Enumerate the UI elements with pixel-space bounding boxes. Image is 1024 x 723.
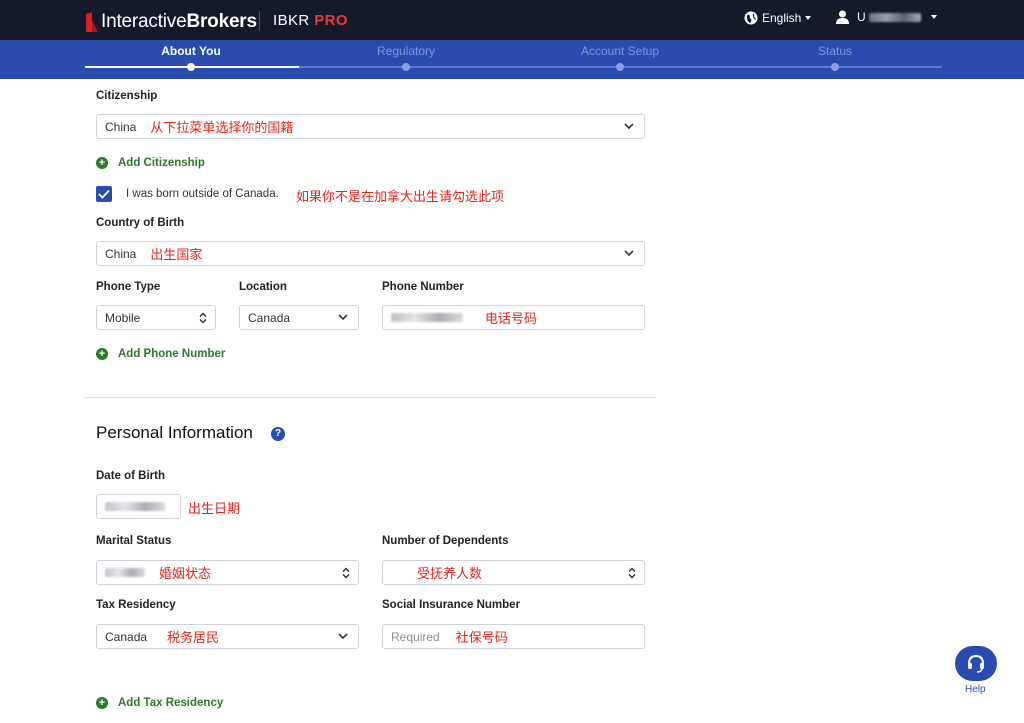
headset-icon: [968, 654, 984, 673]
phone-number-input[interactable]: 电话号码: [382, 305, 645, 330]
step-about-you[interactable]: About You: [161, 44, 221, 58]
help-button[interactable]: [955, 646, 997, 681]
sort-updown-icon: [628, 567, 636, 579]
tax-residency-value: Canada: [105, 629, 148, 644]
chevron-down-icon: [624, 250, 634, 257]
help-label: Help: [965, 684, 986, 695]
number-of-dependents-label: Number of Dependents: [382, 535, 509, 547]
marital-status-annotation: 婚姻状态: [159, 567, 212, 582]
step-dot-regulatory: [402, 63, 410, 71]
date-of-birth-input[interactable]: [96, 494, 181, 519]
globe-icon: [744, 11, 758, 25]
location-label: Location: [239, 281, 287, 293]
chevron-down-icon: [624, 123, 634, 130]
marital-status-redacted: [105, 568, 145, 577]
citizenship-label: Citizenship: [96, 90, 158, 102]
social-insurance-number-annotation: 社保号码: [455, 631, 508, 646]
location-value: Canada: [248, 310, 291, 325]
personal-information-title: Personal Information: [96, 423, 253, 442]
user-menu[interactable]: U: [836, 10, 937, 24]
phone-number-redacted: [391, 313, 463, 322]
tax-residency-select[interactable]: Canada 税务居民: [96, 624, 359, 649]
phone-number-label: Phone Number: [382, 281, 464, 293]
section-divider: [84, 397, 657, 398]
tax-residency-label: Tax Residency: [96, 599, 176, 611]
citizenship-select[interactable]: China 从下拉菜单选择你的国籍: [96, 114, 645, 139]
phone-number-annotation: 电话号码: [485, 312, 538, 327]
chevron-down-icon: [338, 314, 348, 321]
chevron-down-icon: [805, 16, 812, 20]
top-bar: InteractiveBrokers IBKR PRO English U: [0, 0, 1024, 40]
header-divider: [259, 11, 260, 31]
country-of-birth-value: China: [105, 246, 137, 261]
phone-type-select[interactable]: Mobile: [96, 305, 216, 330]
step-regulatory: Regulatory: [376, 44, 436, 58]
sort-updown-icon: [199, 312, 207, 324]
language-selector[interactable]: English: [744, 11, 812, 25]
marital-status-label: Marital Status: [96, 535, 172, 547]
ib-logo-icon: [86, 12, 98, 32]
step-dot-status: [831, 63, 839, 71]
chevron-down-icon: [930, 15, 937, 19]
sort-updown-icon: [342, 567, 350, 579]
language-label: English: [762, 11, 802, 25]
tax-residency-annotation: 税务居民: [167, 631, 220, 646]
step-dot-account-setup: [616, 63, 624, 71]
logo[interactable]: InteractiveBrokers: [84, 10, 257, 34]
add-citizenship-label: Add Citizenship: [118, 157, 205, 169]
date-of-birth-annotation: 出生日期: [188, 502, 241, 517]
add-phone-number-button[interactable]: + Add Phone Number: [96, 348, 225, 360]
citizenship-value: China: [105, 119, 137, 134]
step-dot-about-you: [187, 63, 195, 71]
phone-type-label: Phone Type: [96, 281, 161, 293]
step-account-setup: Account Setup: [580, 44, 660, 58]
social-insurance-number-input[interactable]: Required 社保号码: [382, 624, 645, 649]
born-outside-checkbox[interactable]: [96, 186, 112, 202]
phone-type-value: Mobile: [105, 310, 141, 325]
marital-status-select[interactable]: 婚姻状态: [96, 560, 359, 585]
chevron-down-icon: [338, 633, 348, 640]
add-tax-residency-button[interactable]: + Add Tax Residency: [96, 697, 223, 709]
add-citizenship-button[interactable]: + Add Citizenship: [96, 157, 205, 169]
add-phone-number-label: Add Phone Number: [118, 348, 226, 360]
username-redacted: [868, 12, 921, 22]
add-tax-residency-label: Add Tax Residency: [118, 697, 224, 709]
step-status: Status: [817, 44, 853, 58]
born-outside-annotation: 如果你不是在加拿大出生请勾选此项: [296, 190, 505, 205]
product-label: IBKR PRO: [273, 12, 348, 29]
country-of-birth-annotation: 出生国家: [150, 248, 203, 263]
country-of-birth-select[interactable]: China 出生国家: [96, 241, 645, 266]
user-icon: [836, 10, 849, 24]
progress-stepper: [0, 40, 1024, 79]
logo-text: InteractiveBrokers: [101, 11, 257, 32]
question-icon[interactable]: ?: [271, 427, 285, 441]
citizenship-annotation: 从下拉菜单选择你的国籍: [150, 121, 294, 136]
plus-icon: +: [96, 697, 108, 709]
number-of-dependents-annotation: 受抚养人数: [417, 567, 483, 582]
social-insurance-number-placeholder: Required: [391, 629, 440, 644]
date-of-birth-redacted: [105, 502, 165, 511]
born-outside-label: I was born outside of Canada.: [126, 188, 279, 200]
plus-icon: +: [96, 348, 108, 360]
social-insurance-number-label: Social Insurance Number: [382, 599, 521, 611]
user-initial: U: [857, 10, 866, 24]
checkmark-icon: [98, 189, 110, 199]
location-select[interactable]: Canada: [239, 305, 359, 330]
date-of-birth-label: Date of Birth: [96, 470, 165, 482]
plus-icon: +: [96, 157, 108, 169]
country-of-birth-label: Country of Birth: [96, 217, 185, 229]
number-of-dependents-select[interactable]: 受抚养人数: [382, 560, 645, 585]
